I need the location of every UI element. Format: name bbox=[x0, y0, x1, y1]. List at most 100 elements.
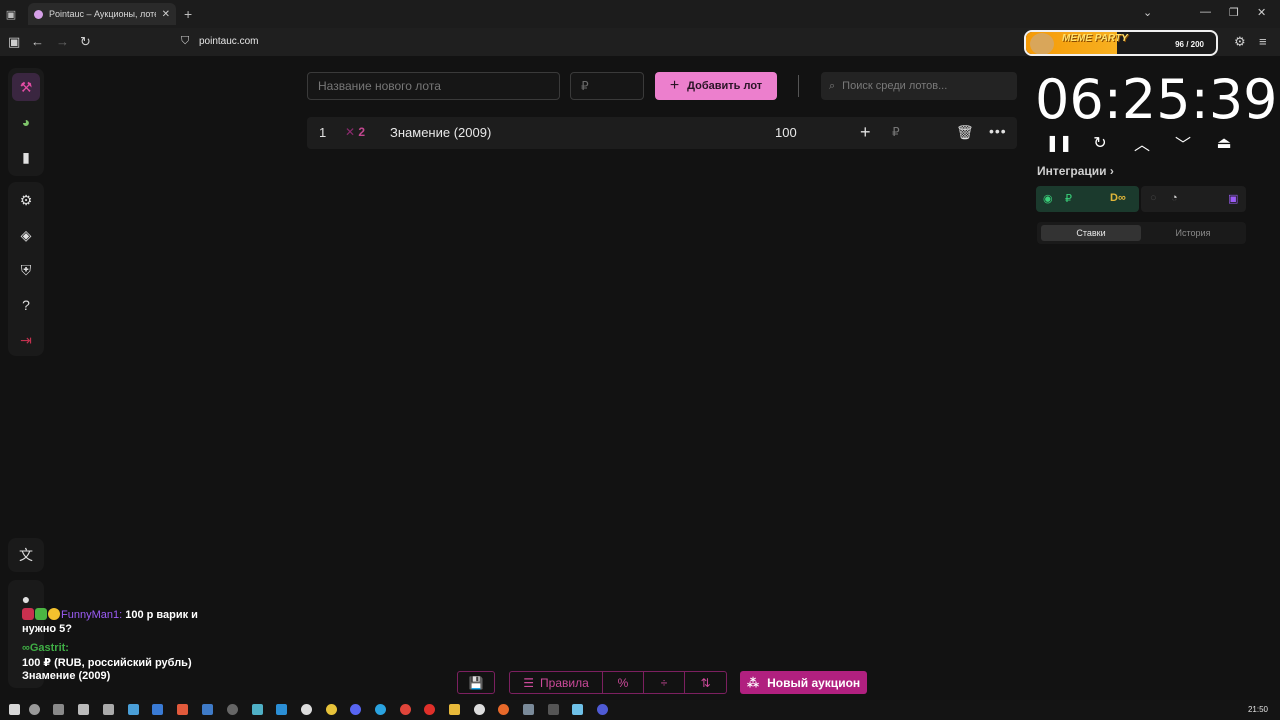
radio-off-icon: ○ bbox=[1150, 192, 1157, 204]
lot-currency[interactable]: ₽ bbox=[892, 125, 900, 139]
pause-icon[interactable]: ❚❚ bbox=[1046, 132, 1073, 154]
lot-bid-count: 2 bbox=[358, 125, 366, 139]
close-tab-icon[interactable]: ✕ bbox=[162, 9, 170, 20]
new-lot-price-input[interactable]: ₽ bbox=[570, 72, 644, 100]
sidebar-toggle-icon[interactable]: ▣ bbox=[8, 34, 20, 50]
tab-title: Pointauc – Аукционы, лотерея bbox=[49, 9, 156, 19]
rules-icon: ☰ bbox=[523, 675, 535, 690]
split-icon[interactable]: ÷ bbox=[644, 672, 685, 693]
taskbar-app-icon[interactable] bbox=[227, 704, 238, 715]
back-icon[interactable]: ← bbox=[31, 34, 44, 49]
layers-icon[interactable]: ◈ bbox=[12, 221, 40, 249]
folder-icon[interactable] bbox=[449, 704, 460, 715]
help-icon[interactable]: ? bbox=[12, 291, 40, 319]
close-window-icon[interactable]: ✕ bbox=[1257, 6, 1266, 19]
taskbar-app-icon[interactable] bbox=[177, 704, 188, 715]
extensions-icon[interactable]: ⚙ bbox=[1234, 34, 1246, 50]
search-icon: ⌕ bbox=[829, 79, 836, 92]
forward-icon[interactable]: → bbox=[56, 34, 69, 49]
steam-icon[interactable] bbox=[202, 704, 213, 715]
taskbar-app-icon[interactable] bbox=[152, 704, 163, 715]
timer-down-icon[interactable]: ﹀ bbox=[1172, 132, 1194, 154]
grid-icon: ⁂ bbox=[746, 675, 760, 690]
ruble-icon: ₽ bbox=[1065, 193, 1072, 205]
minimize-icon[interactable]: — bbox=[1200, 6, 1211, 18]
taskbar-app-icon[interactable] bbox=[276, 704, 287, 715]
taskbar-app-icon[interactable] bbox=[548, 704, 559, 715]
meme-party-count: 96 / 200 bbox=[1175, 40, 1204, 49]
reload-icon[interactable]: ↻ bbox=[80, 34, 91, 50]
wheel-icon[interactable]: ◕ bbox=[12, 108, 40, 136]
telegram-icon[interactable] bbox=[375, 704, 386, 715]
shield-icon[interactable]: ⛨ bbox=[12, 256, 40, 284]
restore-icon[interactable]: ❐ bbox=[1229, 6, 1239, 19]
translate-icon[interactable]: 文 bbox=[12, 541, 40, 569]
browser-tab[interactable]: Pointauc – Аукционы, лотерея ✕ bbox=[28, 3, 176, 25]
taskbar-app-icon[interactable] bbox=[523, 704, 534, 715]
bids-history-tabs: Ставки История bbox=[1037, 222, 1246, 244]
discord-icon[interactable] bbox=[350, 704, 361, 715]
taskbar-app-icon[interactable] bbox=[103, 704, 114, 715]
rules-button[interactable]: ☰ Правила bbox=[510, 672, 603, 693]
search-placeholder: Поиск среди лотов... bbox=[842, 80, 948, 92]
percent-icon[interactable]: % bbox=[603, 672, 644, 693]
lot-index: 1 bbox=[319, 125, 327, 140]
tab-search-icon[interactable]: ⌄ bbox=[1143, 6, 1152, 19]
auction-timer: 06:25:39 bbox=[1035, 68, 1278, 131]
badge-check-icon bbox=[35, 608, 47, 620]
new-tab-icon[interactable]: + bbox=[184, 6, 192, 22]
taskbar-app-icon[interactable] bbox=[326, 704, 337, 715]
new-auction-label: Новый аукцион bbox=[767, 675, 861, 690]
task-view-icon[interactable] bbox=[53, 704, 64, 715]
integrations-title[interactable]: Интеграции › bbox=[1037, 164, 1114, 178]
lot-row[interactable]: 1 ✕ 2 Знамение (2009) 100 + ₽ 🗑 ••• bbox=[307, 117, 1017, 149]
timer-max-icon[interactable]: ⏏ bbox=[1213, 132, 1235, 154]
twitch-icon: ▣ bbox=[1228, 193, 1239, 205]
site-info-icon[interactable]: ⛉ bbox=[181, 35, 189, 48]
reset-timer-icon[interactable]: ↻ bbox=[1089, 132, 1111, 154]
new-lot-name-input[interactable]: Название нового лота bbox=[307, 72, 560, 100]
start-icon[interactable] bbox=[9, 704, 20, 715]
tab-actions-icon[interactable]: ▣ bbox=[0, 0, 22, 28]
firefox-icon[interactable] bbox=[498, 704, 509, 715]
site-favicon-icon bbox=[34, 9, 43, 19]
lot-search-input[interactable]: ⌕ Поиск среди лотов... bbox=[821, 72, 1017, 100]
chat-message-2: ∞Gastrit: bbox=[22, 642, 69, 654]
radio-on-icon: ◉ bbox=[1043, 193, 1053, 205]
taskbar-app-icon[interactable] bbox=[301, 704, 312, 715]
opera-icon[interactable] bbox=[424, 704, 435, 715]
menu-icon[interactable]: ≡ bbox=[1259, 34, 1267, 49]
chrome-icon[interactable] bbox=[400, 704, 411, 715]
statistics-icon[interactable]: ▮ bbox=[12, 143, 40, 171]
taskbar-app-icon[interactable] bbox=[252, 704, 263, 715]
tab-history[interactable]: История bbox=[1143, 225, 1243, 241]
add-amount-icon[interactable]: + bbox=[860, 122, 871, 143]
lot-title[interactable]: Знамение (2009) bbox=[390, 125, 491, 140]
chat-text: 100 р варик и bbox=[125, 609, 198, 621]
badge-live-icon bbox=[22, 608, 34, 620]
new-auction-button[interactable]: ⁂ Новый аукцион bbox=[740, 671, 867, 694]
taskbar-search-icon[interactable] bbox=[29, 704, 40, 715]
taskbar-app-icon[interactable] bbox=[572, 704, 583, 715]
plus-icon: + bbox=[669, 77, 680, 94]
logout-icon[interactable]: ⇥ bbox=[12, 326, 40, 354]
add-lot-button[interactable]: + Добавить лот bbox=[655, 72, 777, 100]
badge-infinity-icon: ∞ bbox=[22, 642, 30, 654]
badge-emoji-icon bbox=[48, 608, 60, 620]
sort-icon[interactable]: ⇅ bbox=[685, 672, 726, 693]
settings-gear-icon[interactable]: ⚙ bbox=[12, 186, 40, 214]
taskbar-app-icon[interactable] bbox=[474, 704, 485, 715]
chat-message-1-line2: нужно 5? bbox=[22, 623, 72, 635]
more-options-icon[interactable]: ••• bbox=[989, 123, 1007, 139]
delete-lot-icon[interactable]: 🗑 bbox=[956, 124, 974, 141]
taskbar-app-icon[interactable] bbox=[78, 704, 89, 715]
taskbar-app-icon[interactable] bbox=[597, 704, 608, 715]
url-field[interactable]: pointauc.com bbox=[199, 36, 258, 47]
taskbar-app-icon[interactable] bbox=[128, 704, 139, 715]
doge-icon bbox=[1030, 33, 1054, 54]
save-icon[interactable]: 💾 bbox=[457, 671, 495, 694]
timer-up-icon[interactable]: ︿ bbox=[1131, 132, 1153, 154]
os-taskbar bbox=[0, 700, 1280, 720]
auction-gavel-icon[interactable]: ⚒ bbox=[12, 73, 40, 101]
tab-bids[interactable]: Ставки bbox=[1041, 225, 1141, 241]
